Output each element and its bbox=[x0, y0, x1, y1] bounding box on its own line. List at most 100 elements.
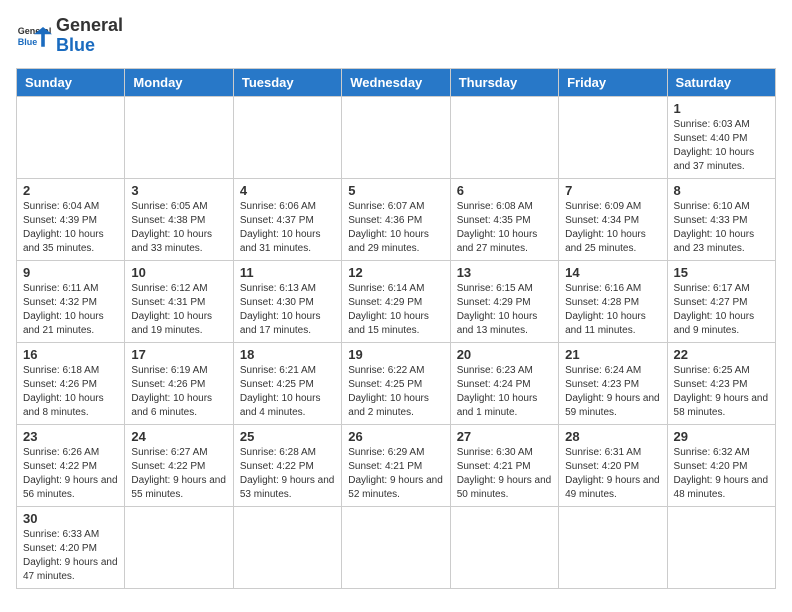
calendar-cell: 16Sunrise: 6:18 AM Sunset: 4:26 PM Dayli… bbox=[17, 342, 125, 424]
calendar-cell: 1 Sunrise: 6:03 AM Sunset: 4:40 PM Daylig… bbox=[667, 96, 775, 178]
day-info: Sunrise: 6:22 AM Sunset: 4:25 PM Dayligh… bbox=[348, 364, 443, 420]
day-info: Sunrise: 6:13 AM Sunset: 4:30 PM Dayligh… bbox=[240, 282, 335, 338]
day-info: Sunrise: 6:27 AM Sunset: 4:22 PM Dayligh… bbox=[131, 446, 226, 502]
calendar-cell: 18 Sunrise: 6:21 AM Sunset: 4:25 PM Dayli… bbox=[233, 342, 341, 424]
day-info: Sunrise: 6:08 AM Sunset: 4:35 PM Dayligh… bbox=[457, 200, 552, 256]
calendar-cell: 25Sunrise: 6:28 AM Sunset: 4:22 PM Dayli… bbox=[233, 424, 341, 506]
day-info: Sunrise: 6:31 AM Sunset: 4:20 PM Dayligh… bbox=[565, 446, 660, 502]
day-info: Sunrise: 6:19 AM Sunset: 4:26 PM Dayligh… bbox=[131, 364, 226, 420]
day-info: Sunrise: 6:32 AM Sunset: 4:20 PM Dayligh… bbox=[674, 446, 769, 502]
calendar-cell bbox=[233, 506, 341, 588]
day-number: 16 bbox=[23, 347, 118, 362]
day-number: 9 bbox=[23, 265, 118, 280]
week-row-4: 16Sunrise: 6:18 AM Sunset: 4:26 PM Dayli… bbox=[17, 342, 776, 424]
day-number: 24 bbox=[131, 429, 226, 444]
calendar-cell: 5 Sunrise: 6:07 AM Sunset: 4:36 PM Daylig… bbox=[342, 178, 450, 260]
day-info: Sunrise: 6:15 AM Sunset: 4:29 PM Dayligh… bbox=[457, 282, 552, 338]
calendar-cell: 26 Sunrise: 6:29 AM Sunset: 4:21 PM Dayli… bbox=[342, 424, 450, 506]
day-number: 7 bbox=[565, 183, 660, 198]
day-number: 25 bbox=[240, 429, 335, 444]
calendar-cell: 6 Sunrise: 6:08 AM Sunset: 4:35 PM Daylig… bbox=[450, 178, 558, 260]
day-info: Sunrise: 6:16 AM Sunset: 4:28 PM Dayligh… bbox=[565, 282, 660, 338]
day-number: 2 bbox=[23, 183, 118, 198]
day-info: Sunrise: 6:06 AM Sunset: 4:37 PM Dayligh… bbox=[240, 200, 335, 256]
day-number: 14 bbox=[565, 265, 660, 280]
weekday-header-tuesday: Tuesday bbox=[233, 68, 341, 96]
day-number: 19 bbox=[348, 347, 443, 362]
weekday-header-saturday: Saturday bbox=[667, 68, 775, 96]
calendar-table: SundayMondayTuesdayWednesdayThursdayFrid… bbox=[16, 68, 776, 589]
weekday-header-sunday: Sunday bbox=[17, 68, 125, 96]
weekday-header-thursday: Thursday bbox=[450, 68, 558, 96]
calendar-cell: 20 Sunrise: 6:23 AM Sunset: 4:24 PM Dayli… bbox=[450, 342, 558, 424]
day-number: 1 bbox=[674, 101, 769, 116]
day-number: 21 bbox=[565, 347, 660, 362]
day-info: Sunrise: 6:21 AM Sunset: 4:25 PM Dayligh… bbox=[240, 364, 335, 420]
svg-text:Blue: Blue bbox=[18, 37, 38, 47]
day-info: Sunrise: 6:30 AM Sunset: 4:21 PM Dayligh… bbox=[457, 446, 552, 502]
day-info: Sunrise: 6:14 AM Sunset: 4:29 PM Dayligh… bbox=[348, 282, 443, 338]
calendar-cell: 29 Sunrise: 6:32 AM Sunset: 4:20 PM Dayli… bbox=[667, 424, 775, 506]
day-number: 26 bbox=[348, 429, 443, 444]
logo: General Blue General Blue bbox=[16, 16, 123, 56]
day-info: Sunrise: 6:23 AM Sunset: 4:24 PM Dayligh… bbox=[457, 364, 552, 420]
calendar-cell: 17 Sunrise: 6:19 AM Sunset: 4:26 PM Dayli… bbox=[125, 342, 233, 424]
day-info: Sunrise: 6:29 AM Sunset: 4:21 PM Dayligh… bbox=[348, 446, 443, 502]
day-number: 3 bbox=[131, 183, 226, 198]
day-number: 15 bbox=[674, 265, 769, 280]
calendar-cell: 12 Sunrise: 6:14 AM Sunset: 4:29 PM Dayli… bbox=[342, 260, 450, 342]
week-row-2: 2Sunrise: 6:04 AM Sunset: 4:39 PM Daylig… bbox=[17, 178, 776, 260]
day-number: 4 bbox=[240, 183, 335, 198]
day-info: Sunrise: 6:07 AM Sunset: 4:36 PM Dayligh… bbox=[348, 200, 443, 256]
day-number: 6 bbox=[457, 183, 552, 198]
day-info: Sunrise: 6:10 AM Sunset: 4:33 PM Dayligh… bbox=[674, 200, 769, 256]
day-info: Sunrise: 6:12 AM Sunset: 4:31 PM Dayligh… bbox=[131, 282, 226, 338]
calendar-cell bbox=[125, 96, 233, 178]
day-number: 12 bbox=[348, 265, 443, 280]
calendar-cell: 3Sunrise: 6:05 AM Sunset: 4:38 PM Daylig… bbox=[125, 178, 233, 260]
calendar-cell: 8 Sunrise: 6:10 AM Sunset: 4:33 PM Daylig… bbox=[667, 178, 775, 260]
calendar-cell: 10 Sunrise: 6:12 AM Sunset: 4:31 PM Dayli… bbox=[125, 260, 233, 342]
day-number: 18 bbox=[240, 347, 335, 362]
calendar-cell: 15 Sunrise: 6:17 AM Sunset: 4:27 PM Dayli… bbox=[667, 260, 775, 342]
calendar-cell bbox=[17, 96, 125, 178]
day-number: 23 bbox=[23, 429, 118, 444]
day-number: 8 bbox=[674, 183, 769, 198]
day-info: Sunrise: 6:17 AM Sunset: 4:27 PM Dayligh… bbox=[674, 282, 769, 338]
logo-text: General Blue bbox=[56, 16, 123, 56]
week-row-6: 30Sunrise: 6:33 AM Sunset: 4:20 PM Dayli… bbox=[17, 506, 776, 588]
day-number: 29 bbox=[674, 429, 769, 444]
calendar-cell: 14 Sunrise: 6:16 AM Sunset: 4:28 PM Dayli… bbox=[559, 260, 667, 342]
weekday-header-friday: Friday bbox=[559, 68, 667, 96]
weekday-header-monday: Monday bbox=[125, 68, 233, 96]
day-number: 11 bbox=[240, 265, 335, 280]
calendar-cell bbox=[342, 96, 450, 178]
day-number: 20 bbox=[457, 347, 552, 362]
calendar-cell: 22 Sunrise: 6:25 AM Sunset: 4:23 PM Dayli… bbox=[667, 342, 775, 424]
calendar-cell: 30Sunrise: 6:33 AM Sunset: 4:20 PM Dayli… bbox=[17, 506, 125, 588]
day-info: Sunrise: 6:11 AM Sunset: 4:32 PM Dayligh… bbox=[23, 282, 118, 338]
day-number: 5 bbox=[348, 183, 443, 198]
day-info: Sunrise: 6:24 AM Sunset: 4:23 PM Dayligh… bbox=[565, 364, 660, 420]
day-number: 10 bbox=[131, 265, 226, 280]
calendar-cell bbox=[450, 506, 558, 588]
calendar-cell: 9 Sunrise: 6:11 AM Sunset: 4:32 PM Daylig… bbox=[17, 260, 125, 342]
day-number: 30 bbox=[23, 511, 118, 526]
day-info: Sunrise: 6:03 AM Sunset: 4:40 PM Dayligh… bbox=[674, 118, 769, 174]
calendar-cell: 7Sunrise: 6:09 AM Sunset: 4:34 PM Daylig… bbox=[559, 178, 667, 260]
week-row-3: 9 Sunrise: 6:11 AM Sunset: 4:32 PM Daylig… bbox=[17, 260, 776, 342]
calendar-cell: 28 Sunrise: 6:31 AM Sunset: 4:20 PM Dayli… bbox=[559, 424, 667, 506]
day-info: Sunrise: 6:25 AM Sunset: 4:23 PM Dayligh… bbox=[674, 364, 769, 420]
calendar-cell: 19 Sunrise: 6:22 AM Sunset: 4:25 PM Dayli… bbox=[342, 342, 450, 424]
calendar-cell bbox=[342, 506, 450, 588]
calendar-cell bbox=[667, 506, 775, 588]
day-number: 28 bbox=[565, 429, 660, 444]
calendar-cell bbox=[559, 506, 667, 588]
calendar-cell: 2Sunrise: 6:04 AM Sunset: 4:39 PM Daylig… bbox=[17, 178, 125, 260]
week-row-1: 1 Sunrise: 6:03 AM Sunset: 4:40 PM Daylig… bbox=[17, 96, 776, 178]
calendar-cell: 4 Sunrise: 6:06 AM Sunset: 4:37 PM Daylig… bbox=[233, 178, 341, 260]
day-number: 22 bbox=[674, 347, 769, 362]
calendar-cell bbox=[450, 96, 558, 178]
day-number: 17 bbox=[131, 347, 226, 362]
calendar-cell: 27Sunrise: 6:30 AM Sunset: 4:21 PM Dayli… bbox=[450, 424, 558, 506]
